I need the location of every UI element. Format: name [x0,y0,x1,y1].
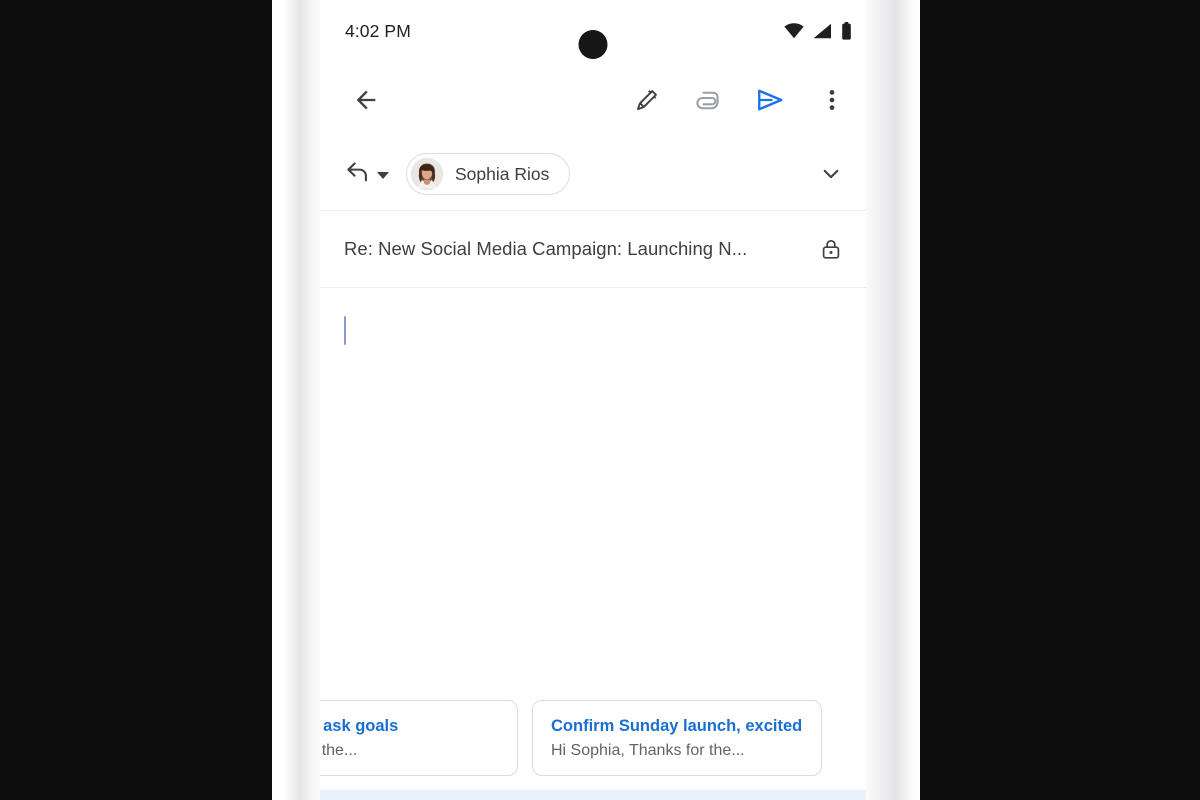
recipient-name: Sophia Rios [455,163,550,184]
wifi-icon [784,23,804,39]
lock-icon[interactable] [812,230,850,268]
text-cursor [344,316,346,345]
cellular-signal-icon [813,23,832,39]
chevron-down-icon [377,171,389,179]
letterbox-left [0,0,272,800]
smart-reply-suggestions: y launch, ask goals o confirm, the... Co… [320,692,866,800]
avatar [411,158,443,190]
suggestion-subtitle: o confirm, the... [320,742,358,760]
recipient-chip-sophia-rios[interactable]: Sophia Rios [406,153,571,195]
reply-mode-selector[interactable] [344,160,389,189]
front-camera-punch-hole-icon [578,30,608,59]
recipient-row: Sophia Rios [320,138,866,211]
status-bar: 4:02 PM [320,0,866,62]
suggestion-card[interactable]: y launch, ask goals o confirm, the... [320,700,518,776]
status-icon-group [784,22,852,40]
suggestion-card[interactable]: Confirm Sunday launch, excited. Hi Sophi… [532,700,822,776]
suggestion-subtitle: Hi Sophia, Thanks for the... [551,742,745,760]
toolbar-actions [624,78,854,122]
overflow-menu-icon[interactable] [810,78,854,122]
suggestion-title: y launch, ask goals [320,717,399,735]
send-icon[interactable] [748,78,792,122]
battery-icon [841,22,852,40]
expand-recipients-button[interactable] [810,153,852,195]
reply-arrow-icon [344,160,371,189]
subject-row[interactable]: Re: New Social Media Campaign: Launching… [320,211,866,288]
compose-toolbar [320,62,866,138]
status-time: 4:02 PM [345,20,411,41]
suggestion-title: Confirm Sunday launch, excited. [551,717,803,735]
subject-input[interactable]: Re: New Social Media Campaign: Launching… [344,238,806,260]
screenshot-stage: 4:02 PM Sophia Rios Re: New Social Media… [0,0,1200,800]
phone-screen: 4:02 PM Sophia Rios Re: New Social Media… [320,0,866,800]
keyboard-top-band [320,790,866,800]
attach-icon[interactable] [686,78,730,122]
back-button[interactable] [344,78,388,122]
letterbox-right [920,0,1200,800]
suggestion-scroller[interactable]: y launch, ask goals o confirm, the... Co… [320,700,822,776]
ai-compose-icon[interactable] [624,78,668,122]
